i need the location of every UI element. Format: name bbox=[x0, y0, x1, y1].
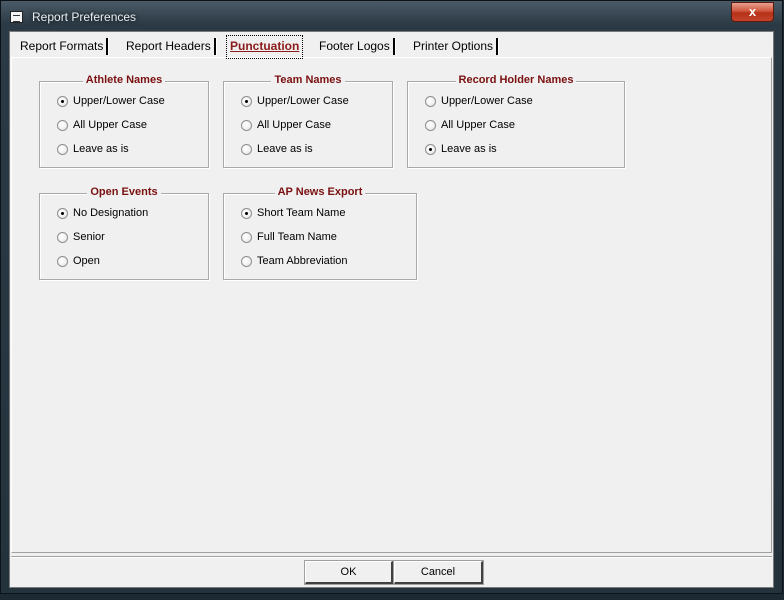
radio-label: Upper/Lower Case bbox=[73, 95, 165, 107]
group-title: Open Events bbox=[87, 186, 161, 198]
group-title: Record Holder Names bbox=[455, 74, 577, 86]
radio-label: Leave as is bbox=[257, 143, 313, 155]
radio-dot[interactable] bbox=[57, 144, 68, 155]
radio-dot[interactable] bbox=[425, 120, 436, 131]
radio-label: Upper/Lower Case bbox=[441, 95, 533, 107]
report-preferences-window: Report Preferences x Report Formats Repo… bbox=[0, 0, 783, 594]
radio-dot[interactable] bbox=[57, 96, 68, 107]
radio-label: Senior bbox=[73, 231, 105, 243]
tab-label: Footer Logos bbox=[319, 39, 390, 53]
radio-label: No Designation bbox=[73, 207, 149, 219]
radio-label: Leave as is bbox=[441, 143, 497, 155]
radio-dot[interactable] bbox=[241, 256, 252, 267]
tab-label: Punctuation bbox=[230, 39, 300, 53]
tab-label: Printer Options bbox=[413, 39, 494, 53]
tab-printer-options[interactable]: Printer Options bbox=[413, 37, 500, 57]
close-button[interactable]: x bbox=[731, 2, 774, 22]
punctuation-panel: Athlete Names Upper/Lower Case All Upper… bbox=[11, 57, 772, 553]
button-bar: OK Cancel bbox=[11, 556, 772, 587]
radio-label: All Upper Case bbox=[441, 119, 515, 131]
title-bar[interactable]: Report Preferences x bbox=[1, 1, 782, 31]
radio-label: Leave as is bbox=[73, 143, 129, 155]
team-names-group: Team Names Upper/Lower Case All Upper Ca… bbox=[223, 74, 393, 168]
radio-dot[interactable] bbox=[57, 208, 68, 219]
tab-report-headers[interactable]: Report Headers bbox=[126, 37, 217, 57]
radio-label: Open bbox=[73, 255, 100, 267]
radio-dot[interactable] bbox=[241, 96, 252, 107]
tab-label: Report Headers bbox=[126, 39, 211, 53]
radio-dot[interactable] bbox=[241, 208, 252, 219]
radio-label: Full Team Name bbox=[257, 231, 337, 243]
window-icon bbox=[10, 11, 23, 23]
record-holder-names-group: Record Holder Names Upper/Lower Case All… bbox=[407, 74, 625, 168]
dialog-body: Report Formats Report Headers Punctuatio… bbox=[9, 31, 774, 588]
radio-label: All Upper Case bbox=[73, 119, 147, 131]
athlete-names-group: Athlete Names Upper/Lower Case All Upper… bbox=[39, 74, 209, 168]
ap-news-export-group: AP News Export Short Team Name Full Team… bbox=[223, 186, 417, 280]
radio-dot[interactable] bbox=[241, 144, 252, 155]
group-title: AP News Export bbox=[274, 186, 366, 198]
radio-dot[interactable] bbox=[57, 120, 68, 131]
radio-label: Short Team Name bbox=[257, 207, 346, 219]
ok-button[interactable]: OK bbox=[304, 560, 394, 585]
radio-label: Team Abbreviation bbox=[257, 255, 348, 267]
radio-dot[interactable] bbox=[57, 256, 68, 267]
radio-label: Upper/Lower Case bbox=[257, 95, 349, 107]
tab-report-formats[interactable]: Report Formats bbox=[20, 37, 110, 57]
radio-dot[interactable] bbox=[425, 96, 436, 107]
radio-dot[interactable] bbox=[57, 232, 68, 243]
group-title: Team Names bbox=[271, 74, 345, 86]
tab-label: Report Formats bbox=[20, 39, 104, 53]
tab-footer-logos[interactable]: Footer Logos bbox=[319, 37, 396, 57]
radio-dot[interactable] bbox=[425, 144, 436, 155]
tab-punctuation[interactable]: Punctuation bbox=[226, 35, 304, 59]
group-title: Athlete Names bbox=[82, 74, 166, 86]
radio-dot[interactable] bbox=[241, 232, 252, 243]
window-title: Report Preferences bbox=[32, 10, 137, 24]
cancel-button[interactable]: Cancel bbox=[393, 560, 484, 585]
open-events-group: Open Events No Designation Senior Open bbox=[39, 186, 209, 280]
tab-strip: Report Formats Report Headers Punctuatio… bbox=[10, 32, 773, 59]
radio-dot[interactable] bbox=[241, 120, 252, 131]
radio-label: All Upper Case bbox=[257, 119, 331, 131]
